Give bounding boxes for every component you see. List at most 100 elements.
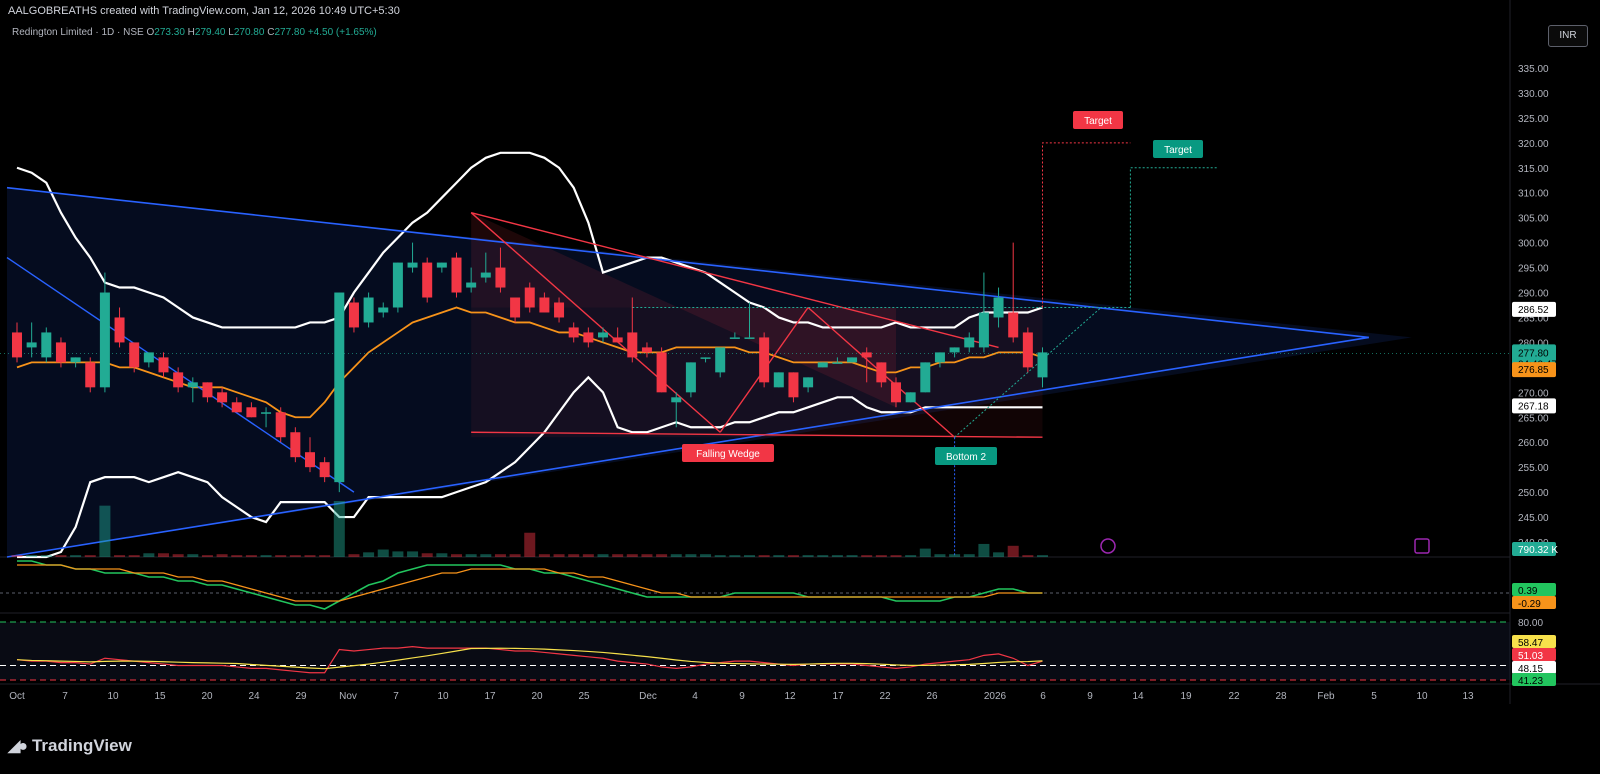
candle-body	[466, 282, 477, 288]
candle-body	[598, 332, 608, 338]
badge-rsi1-text: 58.47	[1518, 638, 1543, 649]
price-chart[interactable]: 335.00 330.00 325.00 320.00 315.00 310.00 305.…	[0, 0, 1600, 769]
symbol-name[interactable]: Redington Limited · 1D · NSE	[12, 27, 144, 38]
x-tick-label: Oct	[9, 691, 25, 702]
x-tick-label: 7	[62, 691, 68, 702]
y-tick-label: 255.00	[1518, 463, 1549, 474]
x-tick-label: 4	[692, 691, 698, 702]
candle-body	[905, 392, 916, 403]
y-tick-label: 320.00	[1518, 139, 1549, 150]
y-tick-label: 305.00	[1518, 214, 1549, 225]
candle-body	[554, 302, 565, 318]
volume-bar	[187, 554, 199, 557]
y-tick-label: 330.00	[1518, 89, 1549, 100]
candle-body	[363, 297, 374, 323]
target-green-label: Target	[1153, 140, 1203, 158]
candle-body	[715, 347, 726, 373]
badge-volume: 790.32 K	[1512, 542, 1558, 556]
volume-bar	[831, 555, 843, 557]
volume-bar	[861, 555, 873, 557]
candle-body	[627, 332, 638, 358]
volume-bar	[568, 554, 580, 557]
candle-body	[114, 317, 125, 343]
y-tick-label: 315.00	[1518, 164, 1549, 175]
volume-bar	[436, 553, 448, 557]
volume-bar	[319, 555, 331, 557]
volume-bar	[641, 554, 653, 557]
macd-signal-line	[17, 564, 1043, 602]
candle-body	[202, 382, 213, 398]
candle-body	[817, 362, 828, 368]
falling-wedge-label: Falling Wedge	[682, 444, 774, 462]
volume-bar	[993, 552, 1005, 557]
candle-body	[26, 342, 37, 348]
tradingview-mark-icon: ◢●	[8, 738, 28, 755]
badge-rsi3: 48.15	[1512, 661, 1556, 675]
candle-body	[1022, 332, 1033, 368]
volume-bar	[934, 554, 946, 557]
x-tick-label: 17	[832, 691, 844, 702]
candle-body	[920, 362, 931, 393]
badge-last-price: 277.80	[1518, 348, 1549, 359]
x-tick-label: 20	[201, 691, 213, 702]
x-tick-label: 24	[248, 691, 260, 702]
x-tick-label: 25	[578, 691, 590, 702]
candle-body	[231, 402, 242, 413]
candle-body	[656, 352, 667, 393]
candle-body	[85, 362, 96, 388]
x-tick-label: 9	[1087, 691, 1093, 702]
badge-286-text: 286.52	[1518, 305, 1549, 316]
volume-bar	[978, 543, 990, 557]
rsi-band	[0, 622, 1510, 680]
x-tick-label: 26	[926, 691, 938, 702]
volume-bar	[802, 555, 814, 557]
falling-wedge-label-text: Falling Wedge	[696, 449, 760, 460]
volume-bar	[1022, 555, 1034, 557]
volume-bar	[465, 554, 477, 557]
candle-body	[378, 307, 389, 313]
volume-bar	[875, 555, 887, 557]
flash-icon	[1100, 538, 1116, 554]
candle-body	[70, 357, 81, 363]
candle-body	[422, 262, 433, 298]
badge-267: 267.18	[1512, 398, 1556, 414]
candle-body	[217, 392, 228, 403]
bottom2-label: Bottom 2	[935, 447, 997, 465]
candle-body	[685, 362, 696, 393]
volume-bar	[758, 555, 770, 557]
candle-body	[436, 262, 447, 268]
candle-body	[641, 347, 652, 353]
x-tick-label: Nov	[339, 691, 357, 702]
currency-button[interactable]: INR	[1548, 25, 1588, 47]
candle-body	[803, 377, 814, 388]
candle-body	[847, 357, 858, 363]
candle-body	[187, 382, 198, 388]
candle-body	[759, 337, 770, 383]
volume-bar	[407, 551, 419, 557]
candle-body	[700, 357, 711, 359]
candle-body	[510, 297, 521, 318]
candle-body	[524, 287, 535, 308]
x-tick-label: 15	[154, 691, 166, 702]
high-value: 279.40	[194, 27, 226, 38]
badge-volume-text: 790.32 K	[1518, 545, 1558, 556]
volume-bar	[304, 555, 316, 557]
close-value: 277.80	[274, 27, 306, 38]
volume-bar	[26, 555, 38, 557]
tradingview-logo: ◢● TradingView	[8, 736, 132, 756]
x-tick-label: Dec	[639, 691, 657, 702]
volume-bar	[216, 554, 228, 557]
rsi-tick-label: 80.00	[1518, 618, 1543, 629]
candle-body	[407, 262, 418, 268]
candle-body	[964, 337, 975, 348]
volume-bar	[714, 555, 726, 557]
volume-bar	[729, 555, 741, 557]
volume-bar	[363, 552, 375, 557]
x-tick-label: 20	[531, 691, 543, 702]
volume-bar	[114, 555, 126, 557]
candle-body	[348, 302, 359, 328]
volume-bar	[480, 554, 492, 557]
badge-macd1-text: 0.39	[1518, 586, 1538, 597]
x-tick-label: 10	[107, 691, 119, 702]
volume-bar	[773, 555, 785, 557]
